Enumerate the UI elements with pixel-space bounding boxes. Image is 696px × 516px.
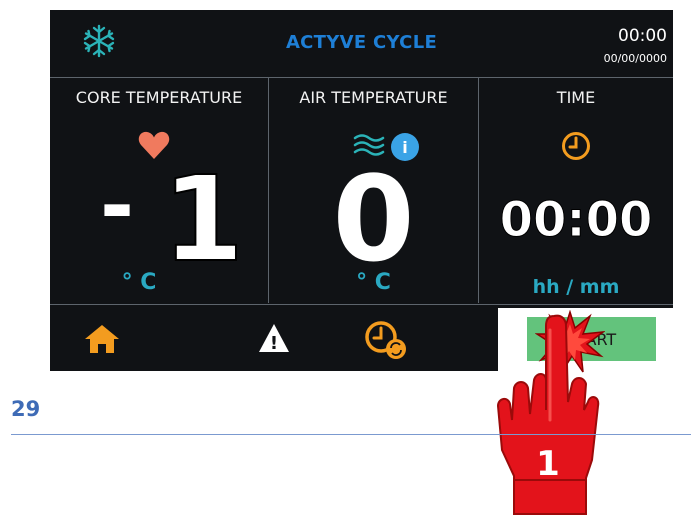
core-temperature-unit: ° C (121, 270, 157, 295)
timer-cycle-icon[interactable] (364, 320, 408, 360)
warning-glyph: ! (270, 333, 278, 354)
header: ACTYVE CYCLE 00:00 00/00/0000 (50, 10, 673, 77)
time-panel[interactable]: TIME 00:00 hh / mm (479, 78, 673, 303)
air-temperature-unit: ° C (356, 270, 391, 295)
clock-readout: 00:00 (618, 26, 667, 46)
core-temperature-panel[interactable]: CORE TEMPERATURE - 1 ° C (50, 78, 268, 303)
date-readout: 00/00/0000 (603, 52, 667, 65)
core-temperature-label: CORE TEMPERATURE (75, 88, 243, 107)
time-value: 00:00 (499, 192, 653, 248)
clock-icon (562, 132, 590, 160)
time-unit: hh / mm (532, 276, 620, 298)
air-temperature-panel[interactable]: AIR TEMPERATURE i 0 ° C (269, 78, 478, 303)
page-number: 29 (11, 397, 41, 421)
air-temperature-label: AIR TEMPERATURE (299, 88, 448, 107)
core-digit: 1 (161, 150, 245, 288)
step-number: 1 (536, 444, 560, 484)
page-rule-divider (11, 434, 691, 435)
home-icon[interactable] (84, 324, 120, 354)
air-temperature-value: 0 (332, 150, 415, 288)
pointing-hand-icon: 1 (496, 314, 600, 515)
cycle-title: ACTYVE CYCLE (285, 32, 438, 53)
warning-icon[interactable]: ! (257, 322, 291, 354)
minus-sign: - (100, 159, 135, 254)
time-label: TIME (556, 88, 596, 107)
bottom-divider (50, 304, 673, 305)
